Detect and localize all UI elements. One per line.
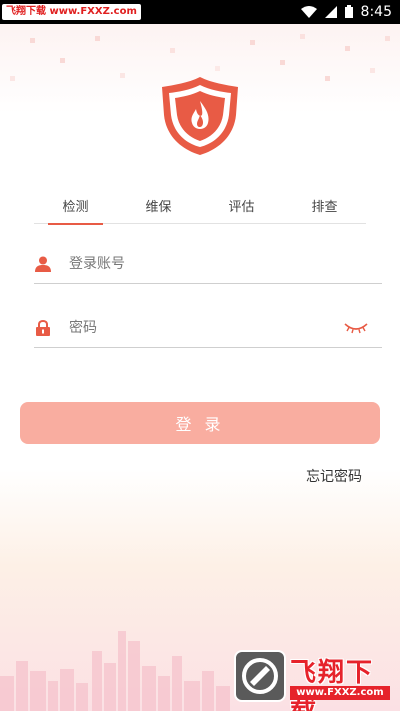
lock-icon	[34, 319, 52, 337]
user-icon	[34, 255, 52, 273]
watermark-logo-icon	[234, 650, 286, 702]
tab-maintenance[interactable]: 维保	[117, 196, 200, 223]
status-bar: 飞翔下载 www.FXXZ.com 8:45	[0, 0, 400, 24]
login-button[interactable]: 登 录	[20, 402, 380, 444]
signal-icon	[324, 3, 337, 22]
forgot-password-link[interactable]: 忘记密码	[306, 466, 362, 486]
watermark-bottom: 飞翔下载 www.FXXZ.com	[234, 650, 392, 711]
account-input[interactable]	[69, 248, 382, 279]
login-type-tabs: 检测 维保 评估 排查	[34, 196, 366, 225]
password-input[interactable]	[69, 312, 342, 343]
watermark-url: www.FXXZ.com	[290, 686, 390, 700]
eye-closed-icon[interactable]	[342, 319, 370, 337]
battery-icon	[344, 3, 353, 22]
account-field	[34, 244, 382, 284]
tab-inspection[interactable]: 检测	[34, 196, 117, 225]
watermark-top-label: 飞翔下载 www.FXXZ.com	[2, 4, 141, 20]
tab-assessment[interactable]: 评估	[200, 196, 283, 223]
wifi-icon	[300, 3, 317, 22]
tab-investigation[interactable]: 排查	[283, 196, 366, 223]
status-time: 8:45	[360, 4, 392, 20]
app-logo-icon	[162, 77, 238, 155]
status-icons: 8:45	[300, 0, 392, 24]
password-field	[34, 308, 382, 348]
watermark-title: 飞翔下载	[290, 658, 375, 711]
